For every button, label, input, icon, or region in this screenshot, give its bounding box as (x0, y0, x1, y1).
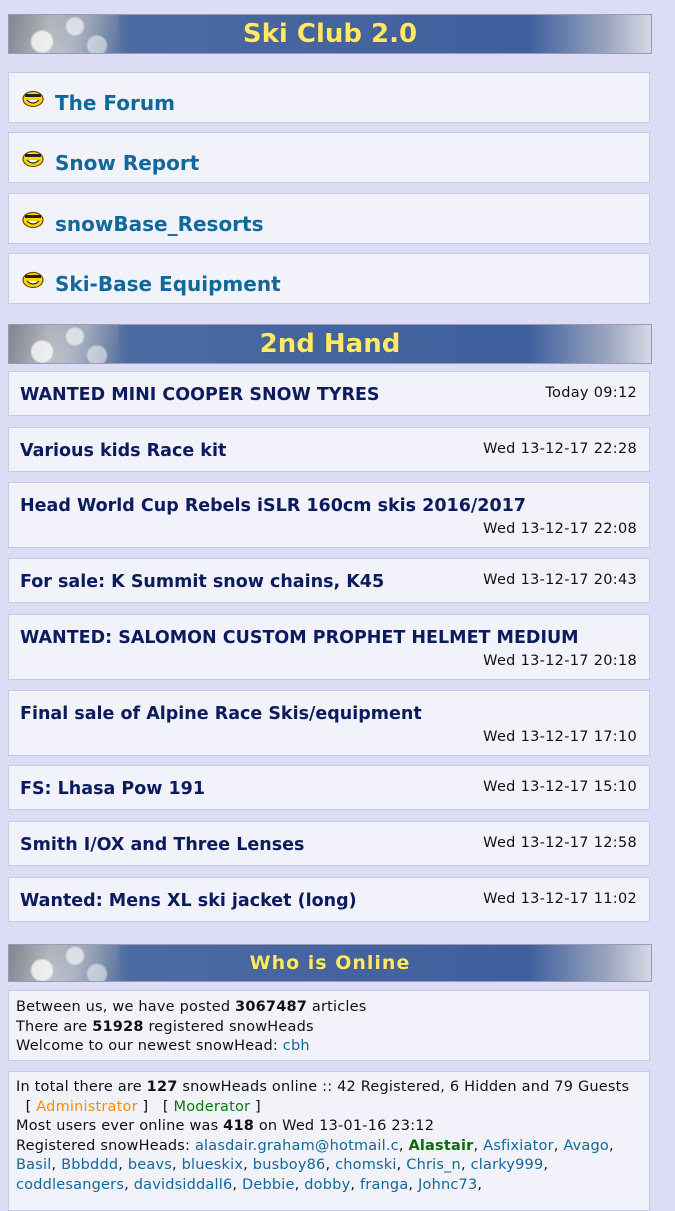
user-link[interactable]: Avago (563, 1138, 609, 1154)
post-row[interactable]: For sale: K Summit snow chains, K45 Wed … (8, 558, 650, 603)
online-total-line: In total there are 127 snowHeads online … (16, 1079, 630, 1115)
page: Ski Club 2.0 The Forum Snow Report snowB… (0, 0, 675, 1211)
administrator-legend: Administrator (36, 1098, 138, 1115)
post-date: Wed 13-12-17 11:02 (483, 891, 637, 907)
forum-link-the-forum[interactable]: The Forum (55, 91, 175, 115)
who-is-online-header: Who is Online (8, 944, 652, 982)
registered-label: Registered snowHeads: (16, 1137, 195, 1154)
user-link[interactable]: dobby (304, 1177, 350, 1193)
post-row[interactable]: Smith I/OX and Three Lenses Wed 13-12-17… (8, 821, 650, 866)
header-snow-decoration (9, 945, 119, 981)
post-date: Wed 13-12-17 22:08 (483, 521, 637, 537)
forum-link-ski-base-equipment[interactable]: Ski-Base Equipment (55, 272, 281, 296)
post-title[interactable]: Wanted: Mens XL ski jacket (long) (20, 891, 357, 911)
moderator-user-link[interactable]: Alastair (408, 1138, 473, 1154)
online-now-box: In total there are 127 snowHeads online … (8, 1071, 650, 1211)
forum-item-snow-report[interactable]: Snow Report (8, 132, 650, 183)
post-title[interactable]: WANTED MINI COOPER SNOW TYRES (20, 385, 380, 405)
user-link[interactable]: davidsiddall6 (134, 1177, 233, 1193)
user-link[interactable]: Chris_n (406, 1157, 461, 1173)
user-link[interactable]: busboy86 (253, 1157, 326, 1173)
user-link[interactable]: coddlesangers (16, 1177, 124, 1193)
smiley-icon (22, 90, 44, 107)
post-date: Wed 13-12-17 20:18 (483, 653, 637, 669)
post-row[interactable]: Wanted: Mens XL ski jacket (long) Wed 13… (8, 877, 650, 922)
user-link[interactable]: Johnc73 (418, 1177, 477, 1193)
header-snow-decoration (9, 15, 119, 53)
most-online-count: 418 (223, 1118, 255, 1134)
user-link[interactable]: clarky999 (471, 1157, 544, 1173)
post-date: Today 09:12 (545, 385, 637, 401)
newest-line: Welcome to our newest snowHead: cbh (16, 1038, 310, 1054)
posted-line: Between us, we have posted 3067487 artic… (16, 999, 367, 1015)
user-link[interactable]: Basil (16, 1157, 51, 1173)
user-link[interactable]: Bbbddd (61, 1157, 118, 1173)
post-row[interactable]: Final sale of Alpine Race Skis/equipment… (8, 690, 650, 756)
forum-item-snowbase-resorts[interactable]: snowBase_Resorts (8, 193, 650, 244)
newest-user-link[interactable]: cbh (283, 1038, 310, 1054)
post-title[interactable]: Various kids Race kit (20, 441, 226, 461)
post-date: Wed 13-12-17 22:28 (483, 441, 637, 457)
post-date: Wed 13-12-17 17:10 (483, 729, 637, 745)
post-date: Wed 13-12-17 20:43 (483, 572, 637, 588)
user-link[interactable]: Debbie (242, 1177, 295, 1193)
post-row[interactable]: WANTED: SALOMON CUSTOM PROPHET HELMET ME… (8, 614, 650, 680)
post-title[interactable]: For sale: K Summit snow chains, K45 (20, 572, 384, 592)
post-title[interactable]: WANTED: SALOMON CUSTOM PROPHET HELMET ME… (20, 628, 579, 648)
who-is-online-title: Who is Online (249, 952, 411, 974)
forum-stats-box: Between us, we have posted 3067487 artic… (8, 990, 650, 1061)
ski-club-title: Ski Club 2.0 (242, 19, 418, 49)
post-row[interactable]: FS: Lhasa Pow 191 Wed 13-12-17 15:10 (8, 765, 650, 810)
post-row[interactable]: Various kids Race kit Wed 13-12-17 22:28 (8, 427, 650, 472)
post-title[interactable]: FS: Lhasa Pow 191 (20, 779, 205, 799)
article-count: 3067487 (235, 999, 308, 1015)
post-title[interactable]: Final sale of Alpine Race Skis/equipment (20, 704, 422, 724)
smiley-icon (22, 271, 44, 288)
post-row[interactable]: Head World Cup Rebels iSLR 160cm skis 20… (8, 482, 650, 548)
header-snow-decoration (9, 325, 119, 363)
user-link[interactable]: blueskix (182, 1157, 244, 1173)
most-online-line: Most users ever online was 418 on Wed 13… (16, 1118, 435, 1134)
ski-club-header: Ski Club 2.0 (8, 14, 652, 54)
user-link[interactable]: franga (360, 1177, 408, 1193)
post-date: Wed 13-12-17 12:58 (483, 835, 637, 851)
post-title[interactable]: Head World Cup Rebels iSLR 160cm skis 20… (20, 496, 526, 516)
user-link[interactable]: Asfixiator (483, 1138, 554, 1154)
user-link[interactable]: alasdair.graham@hotmail.c (195, 1138, 399, 1154)
post-date: Wed 13-12-17 15:10 (483, 779, 637, 795)
post-title[interactable]: Smith I/OX and Three Lenses (20, 835, 304, 855)
moderator-legend: Moderator (173, 1098, 251, 1115)
user-link[interactable]: beavs (128, 1157, 172, 1173)
online-total: 127 (146, 1079, 178, 1095)
registered-users-list: Registered snowHeads: alasdair.graham@ho… (16, 1137, 614, 1193)
second-hand-header: 2nd Hand (8, 324, 652, 364)
second-hand-title: 2nd Hand (259, 329, 401, 359)
forum-link-snowbase-resorts[interactable]: snowBase_Resorts (55, 212, 264, 236)
user-link[interactable]: chomski (335, 1157, 397, 1173)
smiley-icon (22, 211, 44, 228)
registered-count: 51928 (92, 1018, 144, 1035)
forum-item-the-forum[interactable]: The Forum (8, 72, 650, 123)
smiley-icon (22, 150, 44, 167)
forum-link-snow-report[interactable]: Snow Report (55, 151, 199, 175)
registered-line: There are 51928 registered snowHeads (16, 1018, 314, 1035)
post-row[interactable]: WANTED MINI COOPER SNOW TYRES Today 09:1… (8, 371, 650, 416)
forum-item-ski-base-equipment[interactable]: Ski-Base Equipment (8, 253, 650, 304)
